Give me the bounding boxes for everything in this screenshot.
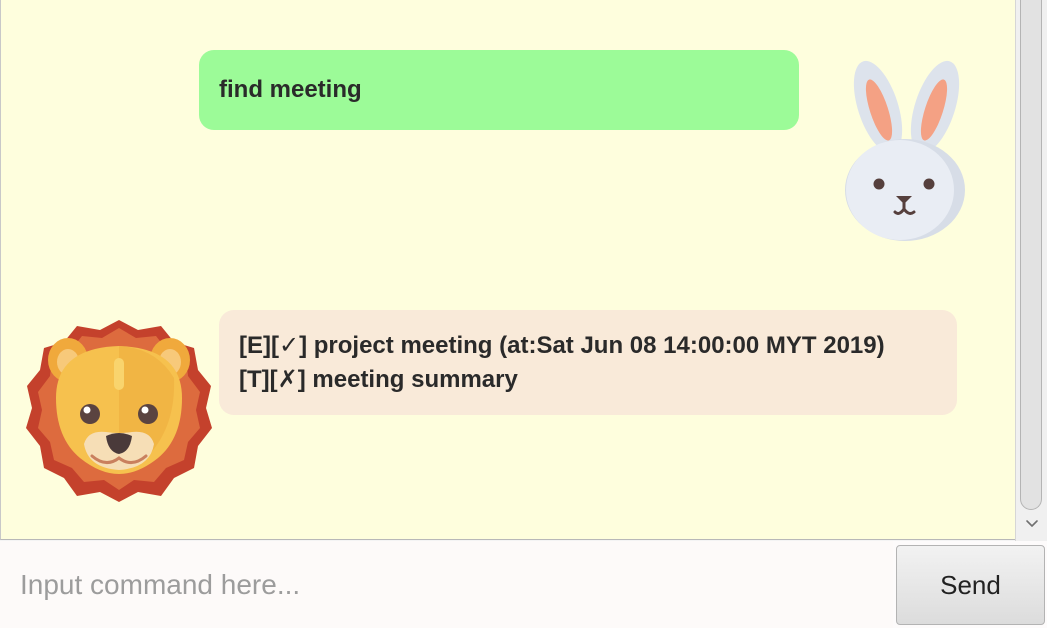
bot-message-line: [E][✓] project meeting (at:Sat Jun 08 14… (239, 332, 885, 359)
bot-message-line: [T][✗] meeting summary (239, 366, 518, 393)
vertical-scrollbar[interactable] (1015, 0, 1047, 541)
input-bar: Send (0, 541, 1047, 628)
command-input[interactable] (0, 541, 893, 628)
rabbit-icon (845, 60, 965, 241)
user-message-bubble: find meeting (199, 50, 799, 130)
scrollbar-thumb[interactable] (1020, 0, 1042, 510)
dialog-container[interactable]: find meeting [E][✓] project meeting (at:… (0, 0, 1015, 540)
chevron-down-icon[interactable] (1025, 517, 1039, 531)
lion-icon (26, 320, 212, 502)
user-message-text: find meeting (219, 76, 362, 103)
chat-window: find meeting [E][✓] project meeting (at:… (0, 0, 1047, 628)
bot-message-bubble: [E][✓] project meeting (at:Sat Jun 08 14… (219, 310, 957, 415)
send-button[interactable]: Send (896, 545, 1045, 625)
